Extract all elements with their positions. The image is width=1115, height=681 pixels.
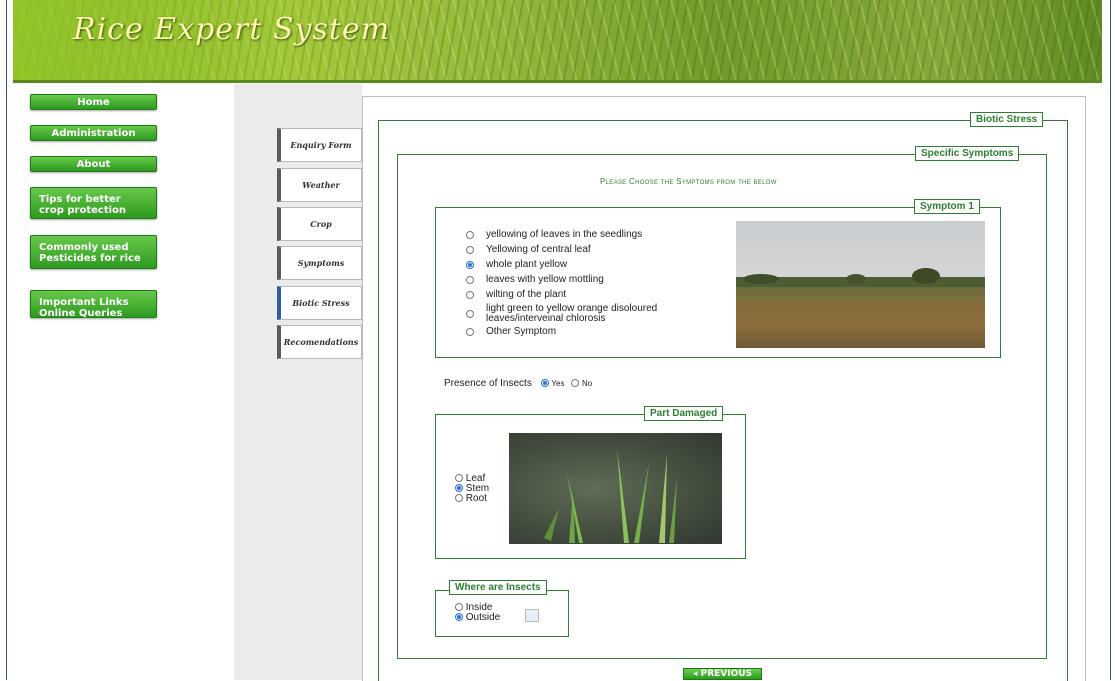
where-insects-options: Inside Outside — [455, 603, 500, 623]
nav-pesticides-line1: Commonly used — [39, 242, 129, 253]
where-label: Outside — [465, 612, 501, 623]
radio-icon-selected[interactable] — [455, 613, 463, 622]
nav-tips-line1: Tips for better — [39, 194, 121, 205]
insects-no-label: No — [582, 379, 593, 388]
specific-symptoms-legend: Specific Symptoms — [915, 146, 1020, 161]
tab-enquiry-form[interactable]: Enquiry Form — [277, 128, 362, 162]
insects-no-radio[interactable] — [571, 379, 580, 388]
nav-tips-line2: crop protection — [39, 205, 127, 216]
field-illustration — [736, 268, 985, 329]
symptom-option[interactable]: Yellowing of central leaf — [466, 245, 591, 256]
part-label: Root — [465, 493, 487, 504]
insects-yes-label: Yes — [551, 379, 565, 388]
symptom-option[interactable]: light green to yellow orange disoloured l… — [466, 304, 657, 324]
symptom-label: Other Symptom — [486, 326, 557, 338]
symptom-label: light green to yellow orange disoloured l… — [486, 304, 657, 324]
part-option-root[interactable]: Root — [455, 494, 489, 504]
nav-home-button[interactable]: Home — [30, 94, 157, 110]
symptom-label: Yellowing of central leaf — [486, 244, 591, 256]
radio-icon[interactable] — [466, 310, 474, 318]
symptom-label: wilting of the plant — [486, 289, 567, 301]
nav-pesticides-button[interactable]: Commonly used Pesticides for rice — [30, 235, 157, 269]
nav-links-line1: Important Links — [39, 297, 129, 308]
instruction-text: Please Choose the Symptoms from the belo… — [600, 177, 777, 186]
radio-icon[interactable] — [455, 603, 463, 612]
insects-presence-label: Presence of Insects — [444, 378, 532, 389]
previous-button[interactable]: ◂ PREVIOUS — [683, 668, 762, 680]
symptom-label: yellowing of leaves in the seedlings — [486, 229, 643, 241]
part-damaged-options: Leaf Stem Root — [455, 474, 489, 504]
radio-icon-selected[interactable] — [466, 261, 474, 270]
symptom-option[interactable]: Other Symptom — [466, 327, 556, 338]
broken-image-icon — [525, 609, 539, 622]
radio-icon[interactable] — [466, 231, 474, 240]
insects-presence-row: Presence of Insects Yes No — [444, 378, 592, 389]
radio-icon[interactable] — [466, 246, 474, 255]
tab-biotic-stress[interactable]: Biotic Stress — [277, 286, 362, 320]
where-option-outside[interactable]: Outside — [455, 613, 500, 623]
insects-yes-radio[interactable] — [540, 379, 549, 388]
nav-links-line2: Online Queries — [39, 308, 123, 319]
radio-icon-selected[interactable] — [455, 484, 463, 493]
nav-administration-button[interactable]: Administration — [30, 125, 157, 141]
rice-stem-illustration — [544, 448, 677, 543]
symptom-photo — [736, 221, 985, 348]
radio-icon[interactable] — [455, 494, 463, 503]
symptom-option[interactable]: yellowing of leaves in the seedlings — [466, 230, 642, 241]
nav-links-button[interactable]: Important Links Online Queries — [30, 290, 157, 319]
part-damaged-photo — [509, 433, 722, 544]
nav-pesticides-line2: Pesticides for rice — [39, 253, 141, 264]
tab-symptoms[interactable]: Symptoms — [277, 246, 362, 280]
tab-recomendations[interactable]: Recomendations — [277, 325, 362, 359]
nav-tips-button[interactable]: Tips for better crop protection — [30, 187, 157, 219]
symptom-option[interactable]: whole plant yellow — [466, 260, 567, 271]
symptom-label: whole plant yellow — [486, 259, 568, 271]
symptom-option[interactable]: leaves with yellow mottling — [466, 275, 604, 286]
nav-about-button[interactable]: About — [30, 156, 157, 172]
part-damaged-legend: Part Damaged — [644, 406, 724, 421]
tab-weather[interactable]: Weather — [277, 168, 362, 202]
radio-icon[interactable] — [466, 291, 474, 300]
tab-crop[interactable]: Crop — [277, 207, 362, 241]
symptom-label-line2: leaves/interveinal chlorosis — [486, 313, 606, 324]
where-insects-legend: Where are Insects — [449, 580, 547, 595]
radio-icon[interactable] — [455, 474, 463, 483]
radio-icon[interactable] — [466, 276, 474, 285]
symptom1-legend: Symptom 1 — [914, 199, 980, 214]
symptom-option[interactable]: wilting of the plant — [466, 290, 566, 301]
radio-icon[interactable] — [466, 328, 474, 337]
site-header: Rice Expert System — [13, 0, 1102, 83]
symptom-label: leaves with yellow mottling — [486, 274, 604, 286]
site-logo: Rice Expert System — [73, 12, 391, 47]
biotic-stress-legend: Biotic Stress — [970, 112, 1044, 127]
